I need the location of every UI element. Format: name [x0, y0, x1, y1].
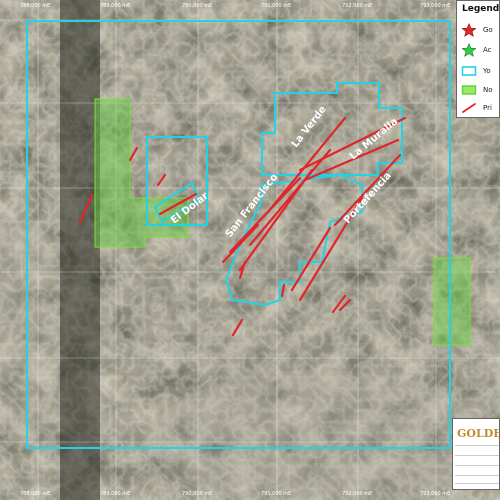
legend-label-property: Yo: [483, 67, 491, 75]
red-line-icon: [462, 103, 476, 113]
coord-top-6: 793,000 mE: [420, 3, 451, 9]
coord-bottom-5: 792,000 mE: [342, 491, 373, 497]
coord-top-5: 792,000 mE: [342, 3, 373, 9]
title-block-divider: [455, 445, 499, 446]
coord-top-2: 789,000 mE: [100, 3, 131, 9]
title-block-divider: [455, 455, 499, 456]
coord-bottom-3: 790,000 mE: [182, 491, 213, 497]
legend-label-neighbor: No: [483, 86, 493, 94]
coord-top-1: 788,000 mE: [20, 3, 51, 9]
green-filled-box-icon: [461, 85, 477, 95]
legend-item-veins: Pri: [461, 101, 499, 115]
coord-bottom-2: 789,000 mE: [100, 491, 131, 497]
red-star-icon: [461, 23, 477, 37]
western-shadow: [60, 0, 100, 500]
legend-title: Legend: [462, 4, 500, 14]
coord-bottom-4: 791,000 mE: [261, 491, 292, 497]
coord-bottom-1: 788,000 mE: [20, 491, 51, 497]
company-logo: GOLDEN: [457, 427, 499, 440]
neighbor-east: [433, 257, 471, 346]
legend-label-veins: Pri: [483, 104, 492, 112]
satellite-map[interactable]: El Dolar San Francisco La Verde La Mural…: [0, 0, 500, 500]
legend-item-active: Ac: [461, 43, 499, 57]
legend-item-neighbor: No: [461, 83, 499, 97]
cyan-outline-box-icon: [461, 66, 477, 76]
legend-label-active: Ac: [483, 46, 492, 54]
title-block-divider: [455, 475, 499, 476]
coord-bottom-6: 793,000 mE: [420, 491, 451, 497]
green-star-icon: [461, 43, 477, 57]
coord-top-3: 790,000 mE: [182, 3, 213, 9]
legend-item-gold: Go: [461, 23, 499, 37]
legend-label-gold: Go: [483, 26, 493, 34]
legend-item-property: Yo: [461, 64, 499, 78]
title-block-divider: [455, 465, 499, 466]
title-block: GOLDEN: [452, 418, 500, 490]
title-block-divider: [455, 483, 499, 484]
legend-panel: Legend Go Ac Yo No Pri: [456, 0, 500, 118]
coord-top-4: 791,000 mE: [261, 3, 292, 9]
